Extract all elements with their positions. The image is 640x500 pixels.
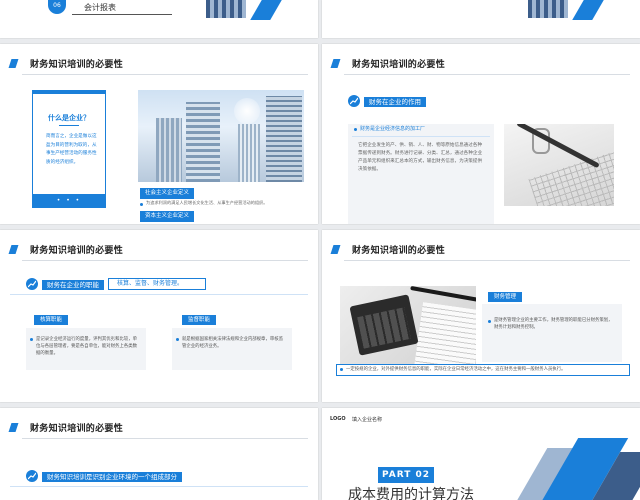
building	[156, 118, 182, 182]
slide-title: 财务知识培训的必要性	[30, 246, 124, 256]
bullet-dot	[354, 128, 357, 131]
sun-glare	[234, 98, 260, 124]
bullet-dot	[340, 368, 343, 371]
role-subtitle: 财务是企业经济信息的加工厂	[360, 126, 426, 132]
header-accent-icon	[330, 59, 341, 68]
slide-what-is-enterprise[interactable]: 财务知识培训的必要性 什么是企业？ 简而言之，企业是做以这盈为目的营利为取的，从…	[0, 44, 318, 224]
slide-thumb-top-right[interactable]	[322, 0, 640, 38]
supervision-text: 就是根据国家相关法律法规和企业内部规章，审核监管企业的经济业务。	[182, 337, 283, 349]
divider	[352, 136, 490, 137]
header-accent-icon	[8, 245, 19, 254]
city-buildings-image	[138, 90, 304, 182]
building-image	[206, 0, 246, 18]
management-text: 是财务管理企业的主要工作，财务管理的职能已分财务策划，财务计划和财务控制。	[494, 318, 613, 330]
slide-title: 财务知识培训的必要性	[352, 246, 446, 256]
decorative-bar	[250, 0, 282, 20]
note-text: 一定按规的企业，对外提供财务信息的职能，实际在企业日常经济活动之中，这在财务主要…	[346, 367, 566, 372]
chart-icon	[26, 470, 38, 482]
slide-title: 财务知识培训的必要性	[352, 60, 446, 70]
slide-training-environment[interactable]: 财务知识培训的必要性 财务知识培训是识别企业环境的一个组成部分	[0, 408, 318, 500]
header-underline	[344, 260, 630, 261]
header-underline	[22, 438, 308, 439]
building	[266, 96, 302, 182]
slide-header: 财务知识培训的必要性	[0, 242, 318, 261]
title-underline	[59, 125, 79, 126]
definition-chip-1: 社会主义企业定义	[140, 188, 195, 199]
divider	[72, 14, 172, 15]
management-card	[482, 304, 622, 362]
slide-title: 财务知识培训的必要性	[30, 424, 124, 434]
definition-text-1: 为追求利润的满足人民增长文化生活、从事生产经营活动的组织。	[146, 200, 268, 205]
building	[186, 102, 220, 182]
calculator-image	[340, 286, 476, 374]
accounting-text: 是记录企业经济运行的度量，评判其优劣和比较，单位与各层管理者，要是各自单位，能对…	[36, 337, 137, 356]
question-title: 什么是企业？	[48, 114, 90, 122]
bullet-dot	[30, 338, 33, 341]
divider	[10, 294, 308, 295]
header-underline	[22, 74, 308, 75]
divider	[10, 486, 308, 487]
slide-header: 财务知识培训的必要性	[322, 56, 640, 75]
slide-header: 财务知识培训的必要性	[322, 242, 640, 261]
chart-icon	[348, 95, 360, 107]
building	[238, 124, 260, 182]
environment-chip: 财务知识培训是识别企业环境的一个组成部分	[42, 472, 182, 482]
part-title: 成本费用的计算方法	[348, 487, 474, 500]
header-accent-icon	[330, 245, 341, 254]
question-card: 什么是企业？ 简而言之，企业是做以这盈为目的营利为取的，从事生产经营活动的服务性…	[32, 90, 106, 208]
accounting-chip: 核算职能	[34, 315, 69, 325]
slide-header: 财务知识培训的必要性	[0, 56, 318, 75]
building-image	[528, 0, 568, 18]
role-card	[348, 124, 494, 224]
management-chip: 财务管理	[488, 292, 523, 302]
header-underline	[22, 260, 308, 261]
bullet-dot	[140, 203, 143, 206]
slide-part-02-cover[interactable]: LOGO 填入企业名称 PART 02 成本费用的计算方法	[322, 408, 640, 500]
bullet-dot	[176, 338, 179, 341]
paper-grid	[528, 151, 614, 206]
decorative-bar	[572, 0, 604, 20]
supervision-chip: 监督职能	[182, 315, 217, 325]
header-underline	[344, 74, 630, 75]
slide-finance-management[interactable]: 财务知识培训的必要性 财务管理 是财务管理企业的主要工作，财务管理的职能已分财务…	[322, 230, 640, 402]
pen-and-paper-image	[504, 124, 614, 206]
header-accent-icon	[8, 423, 19, 432]
slide-header: 财务知识培训的必要性	[0, 420, 318, 439]
part-badge: PART 02	[378, 467, 434, 483]
slide-finance-functions[interactable]: 财务知识培训的必要性 财务在企业的职能 核算、监督、财务管理。 核算职能 监督职…	[0, 230, 318, 402]
definition-chip-2: 资本主义企业定义	[140, 211, 195, 222]
pen	[516, 124, 600, 169]
role-chip: 财务在企业的作用	[364, 97, 426, 107]
section-number-badge: 06	[48, 0, 66, 14]
header-accent-icon	[8, 59, 19, 68]
section-title: 会计报表	[84, 3, 116, 12]
card-top-bar	[33, 91, 105, 94]
functions-chip: 财务在企业的职能	[42, 280, 104, 290]
role-body: 它把企业发生的产、供、销、人、财、物等原始信息通过各种票据传递到财务。财务进行记…	[358, 143, 483, 172]
chart-icon	[26, 278, 38, 290]
slide-finance-role[interactable]: 财务知识培训的必要性 财务在企业的作用 财务是企业经济信息的加工厂 它把企业发生…	[322, 44, 640, 224]
card-footer-dots: • • •	[33, 194, 105, 207]
slide-title: 财务知识培训的必要性	[30, 60, 124, 70]
pen	[410, 286, 476, 303]
company-name: 填入企业名称	[352, 417, 383, 423]
slide-thumb-top-left[interactable]: 06 会计报表	[0, 0, 318, 38]
question-body: 简而言之，企业是做以这盈为目的营利为取的，从事生产经营活动的服务性质的经济组织。	[46, 134, 97, 165]
functions-summary-box: 核算、监督、财务管理。	[108, 278, 206, 290]
bullet-dot	[488, 320, 491, 323]
logo: LOGO	[330, 416, 346, 422]
